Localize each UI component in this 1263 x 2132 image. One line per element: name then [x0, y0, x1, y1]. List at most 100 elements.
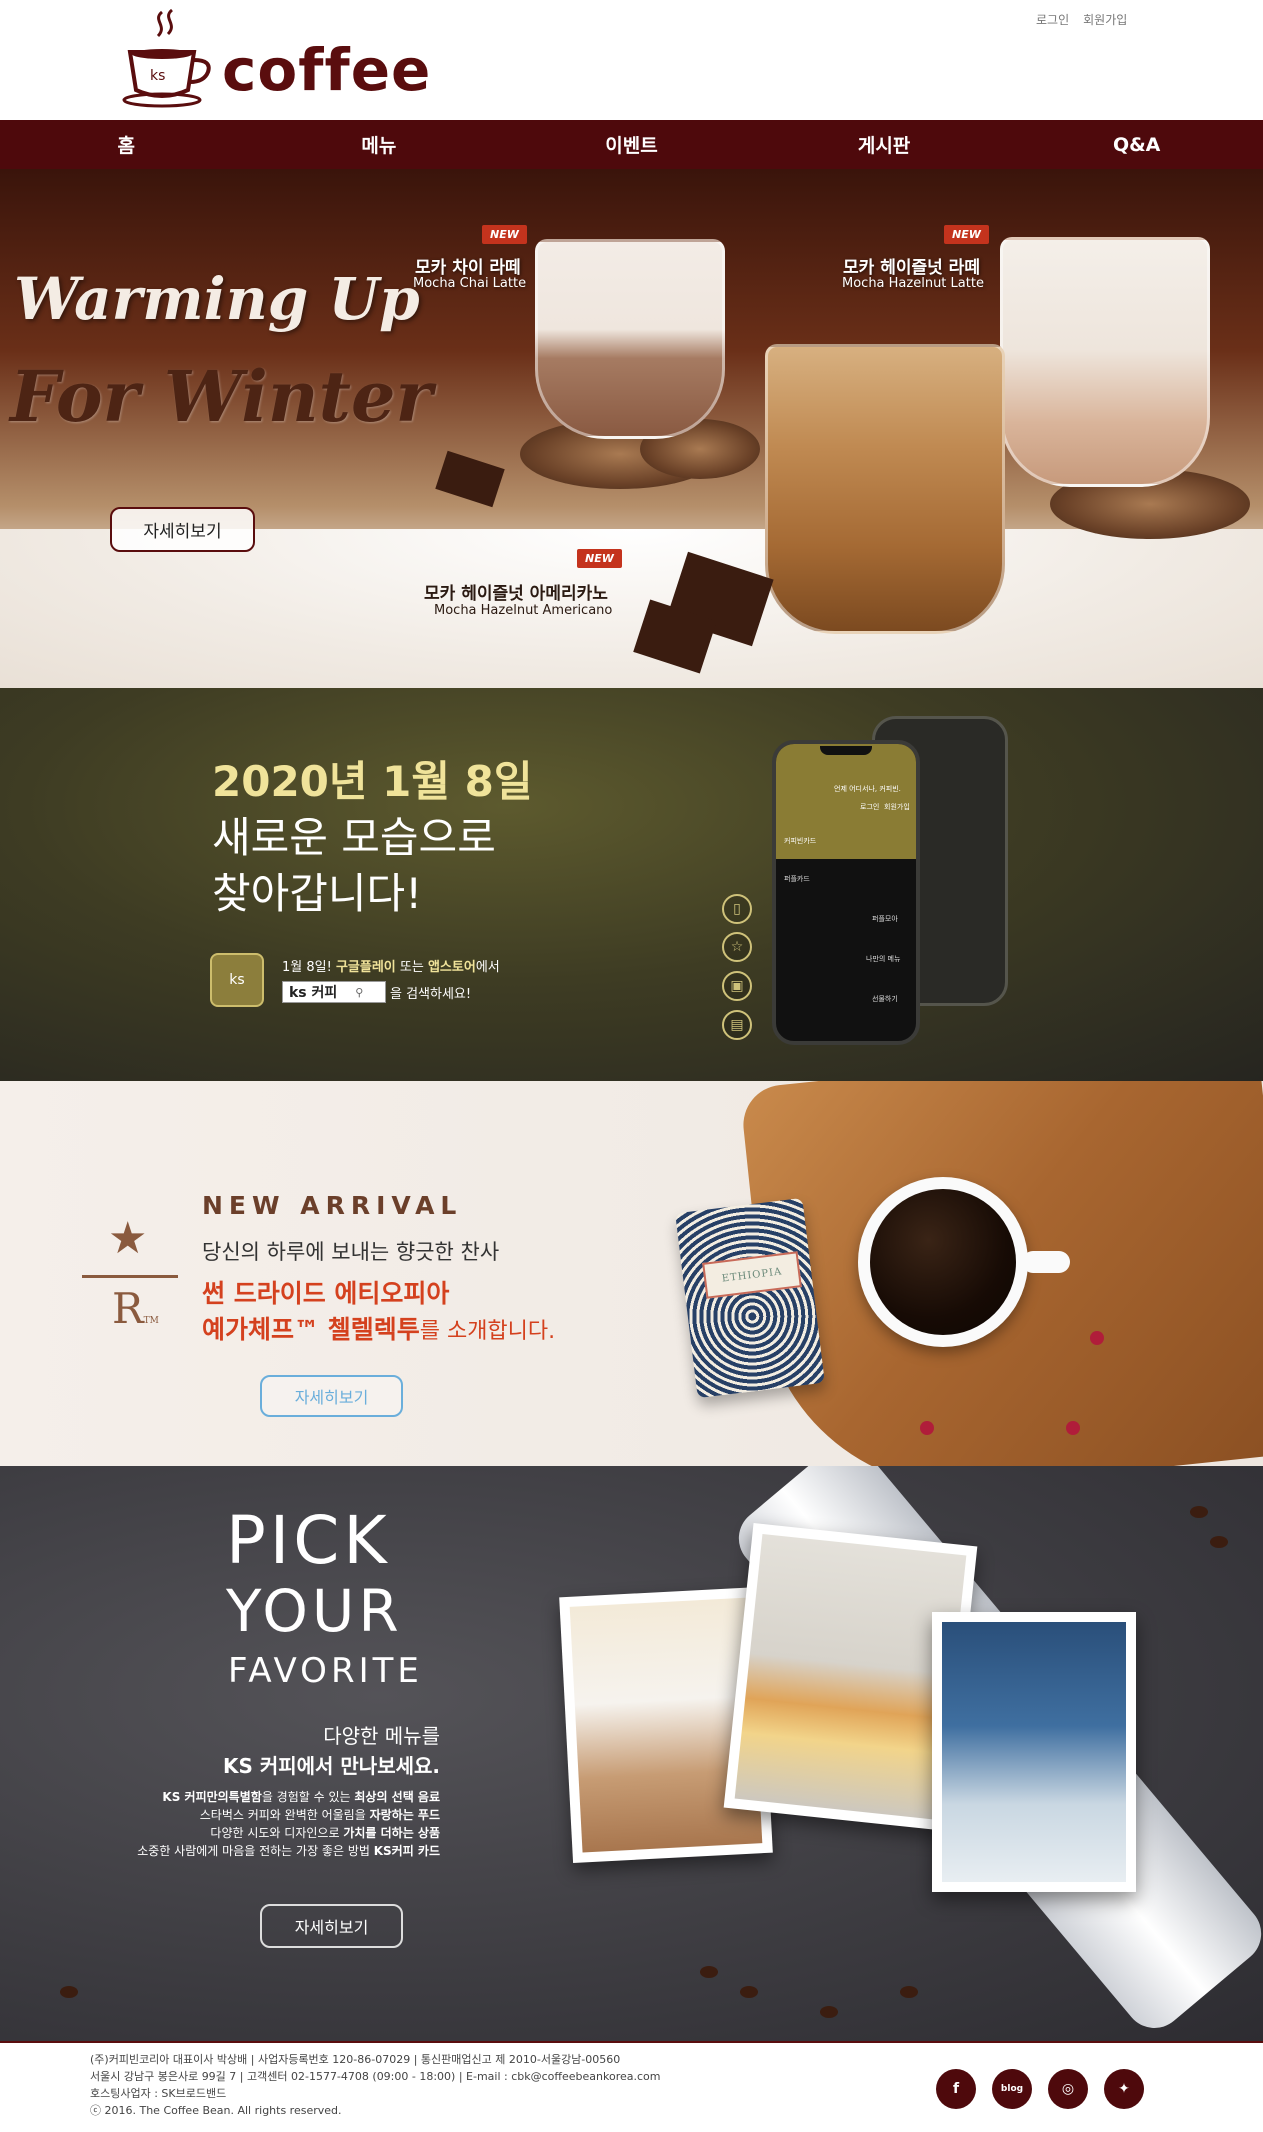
reserve-r-logo: RTM [112, 1284, 159, 1333]
hero-winter-banner: Warming Up For Winter 자세히보기 NEW 모카 차이 라떼… [0, 169, 1263, 688]
login-link[interactable]: 로그인 [1036, 11, 1069, 28]
coffee-bean [60, 1986, 78, 1998]
logo-wordmark: coffee [222, 36, 432, 104]
launch-line3: 찾아갑니다! [212, 869, 423, 918]
para-text: 스타벅스 커피와 완벽한 어울림을 [199, 1808, 370, 1822]
phone-greeting: 언제 어디서나, 커피빈. [834, 785, 901, 793]
blog-icon[interactable]: blog [992, 2069, 1032, 2109]
product-name-en: Mocha Hazelnut Latte [842, 276, 984, 291]
footer-address: 서울시 강남구 봉은사로 99길 7 | 고객센터 02-1577-4708 (… [90, 2070, 661, 2083]
new-arrival-line2-tail: 를 소개합니다. [419, 1319, 556, 1344]
black-coffee [870, 1189, 1016, 1335]
search-hint: 을 검색하세요! [390, 987, 472, 1002]
para-bold: 최상의 선택 음료 [354, 1790, 440, 1804]
footer-copyright: ⓒ 2016. The Coffee Bean. All rights rese… [90, 2104, 342, 2117]
signup-link[interactable]: 회원가입 [1083, 11, 1127, 28]
hint-or: 또는 [399, 960, 424, 975]
mocha-hazelnut-americano-mug [765, 344, 1005, 634]
search-icon: ⚲ [355, 985, 364, 999]
app-icon-label: ks [229, 972, 245, 988]
pick-para-line: 스타벅스 커피와 완벽한 어울림을 자랑하는 푸드 [0, 1806, 440, 1823]
nav-item-event[interactable]: 이벤트 [505, 120, 758, 169]
new-badge: NEW [482, 225, 527, 244]
para-text: 소중한 사람에게 마음을 전하는 가장 좋은 방법 [137, 1844, 374, 1858]
instagram-icon[interactable]: ◎ [1048, 2069, 1088, 2109]
berry [1090, 1331, 1104, 1345]
fur-rug-background [0, 529, 1263, 688]
hero-title-line1: Warming Up [14, 265, 420, 333]
phone-device: 언제 어디서나, 커피빈. 로그인 회원가입 커피빈카드 퍼플카드 퍼플모아 나… [772, 740, 920, 1045]
coffee-bean [740, 1986, 758, 1998]
new-arrival-banner: ETHIOPIA ★ RTM NEW ARRIVAL 당신의 하루에 보내는 향… [0, 1081, 1263, 1466]
launch-date: 2020년 1월 8일 [212, 757, 533, 806]
app-search-box: ks 커피 ⚲ [282, 981, 386, 1003]
pick-title-line3: FAVORITE [228, 1651, 423, 1691]
app-search-text: ks 커피 [289, 985, 338, 1001]
pick-detail-button[interactable]: 자세히보기 [260, 1904, 403, 1948]
reserve-star-icon: ★ [108, 1213, 148, 1264]
product-name-ko: 모카 헤이즐넛 아메리카노 [424, 584, 608, 604]
product-name-en: Mocha Chai Latte [413, 276, 527, 291]
new-arrival-line2: 예가체프™ 첼렐렉투를 소개합니다. [202, 1310, 555, 1346]
new-arrival-line1: 썬 드라이드 에티오피아 [202, 1279, 450, 1308]
pick-favorite-banner: PICK YOUR FAVORITE 다양한 메뉴를 KS 커피에서 만나보세요… [0, 1466, 1263, 2041]
phone-row-card: 커피빈카드 [784, 837, 817, 845]
coffee-bean [900, 1986, 918, 1998]
hero-detail-button[interactable]: 자세히보기 [110, 507, 255, 552]
phone-row-mymenu: 나만의 메뉴 [866, 955, 901, 963]
nav-item-qna[interactable]: Q&A [1010, 120, 1263, 169]
para-bold: KS커피 카드 [373, 1844, 440, 1858]
new-arrival-subtitle: 당신의 하루에 보내는 향긋한 찬사 [202, 1240, 500, 1264]
coffee-bean [1210, 1536, 1228, 1548]
mocha-chai-latte-mug [535, 239, 725, 439]
pick-tagline1: 다양한 메뉴를 [323, 1724, 440, 1748]
hint-suffix: 에서 [475, 960, 500, 975]
phone-row-purple: 퍼플카드 [784, 875, 810, 883]
gift-icon: ▣ [722, 971, 752, 1001]
chocolate-piece [435, 450, 505, 508]
coffee-bean [820, 2006, 838, 2018]
site-header: ks coffee 로그인 회원가입 [0, 0, 1263, 120]
new-arrival-line2-bold: 예가체프™ 첼렐렉투 [202, 1315, 420, 1344]
cake-icon: ▤ [722, 1010, 752, 1040]
hint-date: 1월 8일! [282, 960, 332, 975]
main-nav: 홈 메뉴 이벤트 게시판 Q&A [0, 120, 1263, 169]
nav-item-board[interactable]: 게시판 [758, 120, 1011, 169]
twitter-icon[interactable]: ✦ [1104, 2069, 1144, 2109]
store-hint: 1월 8일! 구글플레이 또는 앱스토어에서 [282, 956, 500, 975]
site-logo[interactable]: ks coffee [122, 6, 442, 110]
reserve-r-letter: R [112, 1284, 144, 1333]
new-badge: NEW [577, 549, 622, 568]
new-badge: NEW [944, 225, 989, 244]
hint-store-google: 구글플레이 [335, 960, 396, 975]
nav-item-home[interactable]: 홈 [0, 120, 253, 169]
product-name-ko: 모카 헤이즐넛 라떼 [843, 258, 980, 278]
mobile-order-icon: ▯ [722, 894, 752, 924]
footer-hosting: 호스팅사업자 : SK브로드밴드 [90, 2087, 227, 2100]
star-icon: ☆ [722, 932, 752, 962]
mocha-hazelnut-latte-mug [1000, 237, 1210, 487]
facebook-icon[interactable]: f [936, 2069, 976, 2109]
phone-row-purplemoa: 퍼플모아 [872, 915, 898, 923]
para-text: 을 경험할 수 있는 [261, 1790, 355, 1804]
app-icon: ks [210, 953, 264, 1007]
hero-title-line2: For Winter [10, 355, 433, 438]
nav-item-menu[interactable]: 메뉴 [253, 120, 506, 169]
phone-join: 회원가입 [884, 803, 910, 811]
para-bold: KS 커피만의특별함 [162, 1790, 262, 1804]
para-bold: 자랑하는 푸드 [369, 1808, 440, 1822]
footer-company-info: (주)커피빈코리아 대표이사 박상배 | 사업자등록번호 120-86-0702… [90, 2053, 621, 2066]
new-arrival-heading: NEW ARRIVAL [202, 1191, 463, 1220]
reserve-divider [82, 1275, 178, 1278]
coffee-bean [1190, 1506, 1208, 1518]
phone-row-gift: 선물하기 [872, 995, 898, 1003]
reserve-tm: TM [143, 1316, 159, 1326]
phone-login: 로그인 [860, 803, 880, 811]
hint-store-apple: 앱스토어 [427, 960, 476, 975]
pick-para-line: 소중한 사람에게 마음을 전하는 가장 좋은 방법 KS커피 카드 [0, 1842, 440, 1859]
launch-line2: 새로운 모습으로 [212, 813, 496, 862]
arrival-detail-button[interactable]: 자세히보기 [260, 1375, 403, 1417]
pick-para-line: 다양한 시도와 디자인으로 가치를 더하는 상품 [0, 1824, 440, 1841]
pick-para-line: KS 커피만의특별함을 경험할 수 있는 최상의 선택 음료 [0, 1788, 440, 1805]
product-name-en: Mocha Hazelnut Americano [434, 603, 613, 618]
